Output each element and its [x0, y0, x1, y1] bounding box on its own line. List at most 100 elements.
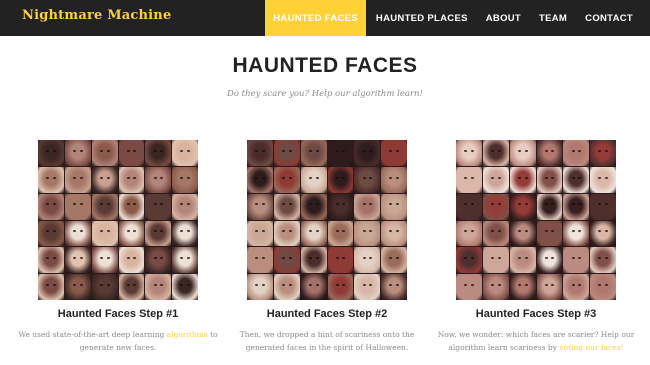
face-tile — [172, 166, 198, 193]
face-tile — [590, 140, 616, 166]
face-tile — [38, 247, 64, 274]
face-tile — [590, 220, 616, 247]
face-tile — [590, 247, 616, 274]
face-tile — [456, 274, 482, 300]
face-tile — [145, 220, 172, 247]
face-tile — [327, 247, 354, 274]
step-title: Haunted Faces Step #2 — [266, 308, 388, 320]
face-tile — [247, 166, 273, 193]
face-tile — [247, 274, 273, 300]
face-tile — [247, 140, 273, 166]
face-tile — [590, 166, 616, 193]
face-tile — [381, 247, 407, 274]
face-tile — [563, 274, 590, 300]
face-tile — [482, 193, 509, 220]
face-tile — [536, 166, 563, 193]
face-tile — [91, 220, 118, 247]
face-tile — [91, 166, 118, 193]
face-tile — [354, 193, 381, 220]
step-title: Haunted Faces Step #1 — [57, 308, 179, 320]
face-tile — [118, 140, 145, 166]
face-tile — [509, 274, 536, 300]
face-tile — [247, 220, 273, 247]
step-card-3: Haunted Faces Step #3 Now, we wonder: wh… — [436, 140, 636, 354]
navbar: Nightmare Machine Haunted Faces Haunted … — [0, 0, 650, 36]
face-tile — [509, 247, 536, 274]
brand-logo[interactable]: Nightmare Machine — [22, 8, 171, 23]
face-tile — [300, 166, 327, 193]
face-tile — [482, 274, 509, 300]
step-description: We used state-of-the-art deep learning a… — [18, 330, 218, 352]
step-description: Then, we dropped a hint of scariness ont… — [239, 330, 415, 352]
face-tile — [300, 193, 327, 220]
face-tile — [456, 247, 482, 274]
face-tile — [118, 166, 145, 193]
face-tile — [64, 274, 91, 300]
face-tile — [38, 140, 64, 166]
face-tile — [273, 220, 300, 247]
face-tile — [354, 220, 381, 247]
face-tile — [563, 247, 590, 274]
face-tile — [482, 220, 509, 247]
face-tile — [563, 166, 590, 193]
face-tile — [38, 166, 64, 193]
nav-team[interactable]: Team — [531, 0, 575, 36]
face-tile — [64, 166, 91, 193]
face-tile — [145, 166, 172, 193]
nav-about[interactable]: About — [478, 0, 529, 36]
face-tile — [91, 140, 118, 166]
face-tile — [145, 247, 172, 274]
face-tile — [172, 274, 198, 300]
face-tile — [536, 193, 563, 220]
face-tile — [482, 166, 509, 193]
face-tile — [300, 247, 327, 274]
faces-collage-image — [456, 140, 616, 300]
faces-collage-image — [247, 140, 407, 300]
face-tile — [300, 140, 327, 166]
face-tile — [590, 274, 616, 300]
nav-haunted-faces[interactable]: Haunted Faces — [265, 0, 366, 36]
algorithms-link[interactable]: algorithms — [167, 330, 208, 339]
face-tile — [64, 247, 91, 274]
face-tile — [509, 220, 536, 247]
face-tile — [273, 274, 300, 300]
face-tile — [273, 193, 300, 220]
face-tile — [327, 220, 354, 247]
face-tile — [563, 193, 590, 220]
main-nav: Haunted Faces Haunted Places About Team … — [264, 0, 642, 36]
face-tile — [327, 140, 354, 166]
face-tile — [118, 247, 145, 274]
face-tile — [536, 140, 563, 166]
nav-haunted-places[interactable]: Haunted Places — [368, 0, 476, 36]
step-title: Haunted Faces Step #3 — [475, 308, 597, 320]
page-title: HAUNTED FACES — [232, 54, 418, 77]
face-tile — [172, 140, 198, 166]
face-tile — [300, 274, 327, 300]
face-tile — [145, 274, 172, 300]
face-tile — [381, 166, 407, 193]
face-tile — [300, 220, 327, 247]
face-tile — [381, 274, 407, 300]
face-tile — [482, 140, 509, 166]
face-tile — [482, 247, 509, 274]
nav-contact[interactable]: Contact — [577, 0, 641, 36]
vote-faces-link[interactable]: voting our faces! — [559, 343, 623, 352]
face-tile — [273, 247, 300, 274]
faces-collage-image — [38, 140, 198, 300]
face-tile — [91, 247, 118, 274]
face-tile — [247, 247, 273, 274]
face-tile — [456, 140, 482, 166]
face-tile — [563, 140, 590, 166]
face-tile — [118, 274, 145, 300]
face-tile — [172, 247, 198, 274]
face-tile — [327, 193, 354, 220]
face-tile — [536, 274, 563, 300]
face-tile — [38, 193, 64, 220]
face-tile — [456, 166, 482, 193]
face-tile — [354, 140, 381, 166]
face-tile — [354, 247, 381, 274]
face-tile — [172, 220, 198, 247]
face-tile — [354, 274, 381, 300]
face-tile — [354, 166, 381, 193]
face-tile — [563, 220, 590, 247]
